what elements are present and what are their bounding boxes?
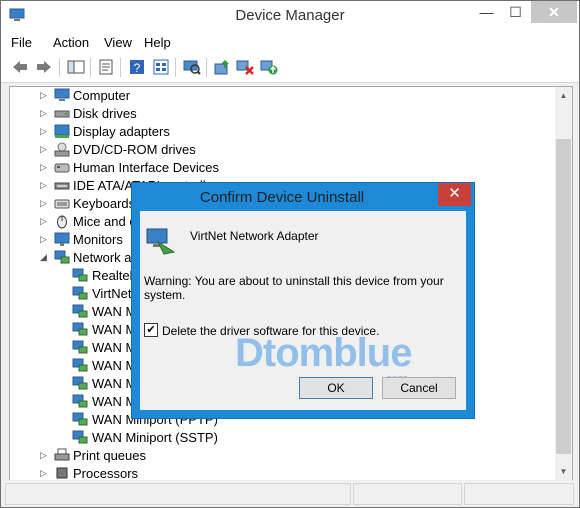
hid-icon [54, 163, 70, 173]
scan-hardware-icon[interactable] [183, 59, 201, 75]
expand-arrow-icon[interactable]: ▷ [40, 90, 50, 101]
network-adapter-icon [72, 340, 88, 354]
ok-button[interactable]: OK [299, 377, 373, 399]
expand-arrow-icon[interactable]: ▷ [40, 216, 50, 227]
tree-item-label: DVD/CD-ROM drives [73, 142, 196, 157]
title-bar: Device Manager — ☐ ✕ [1, 1, 579, 32]
tree-item-label: Keyboards [73, 196, 136, 211]
menu-view[interactable]: View [104, 35, 132, 50]
expand-arrow-icon[interactable]: ▷ [40, 468, 50, 479]
network-adapter-icon [72, 394, 88, 408]
network-adapter-icon [72, 412, 88, 426]
computer-icon [54, 88, 70, 101]
cancel-button[interactable]: Cancel [382, 377, 456, 399]
status-segment [464, 483, 574, 505]
properties-icon[interactable] [97, 59, 115, 75]
back-icon[interactable] [11, 59, 29, 75]
status-segment [5, 483, 351, 505]
tree-item-label: Display adapters [73, 124, 170, 139]
show-hide-console-tree-icon[interactable] [67, 59, 85, 75]
network-adapter-icon [72, 286, 88, 300]
keyboard-icon [54, 199, 70, 209]
network-adapter-icon [146, 228, 176, 255]
network-adapter-icon [54, 250, 70, 264]
toolbar-separator [175, 58, 176, 77]
expand-arrow-icon[interactable]: ▷ [40, 126, 50, 137]
ide-controller-icon [54, 182, 70, 190]
dvd-drive-icon [54, 142, 70, 157]
status-bar [1, 480, 579, 507]
mouse-icon [57, 215, 67, 229]
toolbar: ? [1, 53, 579, 83]
expand-arrow-icon[interactable]: ▷ [40, 144, 50, 155]
expand-arrow-icon[interactable]: ▷ [40, 450, 50, 461]
scroll-up-icon[interactable]: ▲ [555, 87, 572, 104]
expand-arrow-icon[interactable]: ▷ [40, 108, 50, 119]
tree-item-label: Print queues [73, 448, 146, 463]
update-driver-icon[interactable] [213, 59, 231, 75]
device-name: VirtNet Network Adapter [190, 229, 319, 243]
dialog-title: Confirm Device Uninstall [199, 189, 365, 206]
dialog-body: VirtNet Network Adapter Warning: You are… [140, 211, 466, 410]
printer-icon [54, 448, 70, 461]
network-adapter-icon [72, 322, 88, 336]
status-segment [353, 483, 462, 505]
tree-item-label: Monitors [73, 232, 123, 247]
tree-item-label: WAN Miniport (SSTP) [92, 430, 218, 445]
monitor-icon [54, 232, 70, 246]
tree-item-label: Processors [73, 466, 139, 481]
toolbar-separator [206, 58, 207, 77]
tree-item-label: Human Interface Devices [73, 160, 219, 175]
expand-arrow-icon[interactable]: ▷ [40, 234, 50, 245]
scroll-thumb[interactable] [556, 139, 571, 454]
menu-file[interactable]: File [11, 35, 32, 50]
toolbar-separator [59, 58, 60, 77]
uninstall-icon[interactable] [236, 59, 254, 75]
enable-device-icon[interactable] [260, 59, 278, 75]
expand-arrow-icon[interactable]: ▷ [40, 198, 50, 209]
menu-action[interactable]: Action [53, 35, 89, 50]
network-adapter-icon [72, 268, 88, 282]
confirm-uninstall-dialog: Confirm Device Uninstall ✕ VirtNet Netwo… [131, 182, 475, 419]
dialog-close-button[interactable]: ✕ [438, 183, 471, 206]
watermark-logo: Dtomblue.com [235, 331, 412, 386]
collapse-arrow-icon[interactable]: ◢ [40, 252, 50, 263]
forward-icon[interactable] [35, 59, 53, 75]
tree-item-label: Disk drives [73, 106, 137, 121]
expand-arrow-icon[interactable]: ▷ [40, 180, 50, 191]
network-adapter-icon [72, 376, 88, 390]
warning-text: Warning: You are about to uninstall this… [144, 274, 444, 302]
close-button[interactable]: ✕ [531, 1, 577, 23]
display-adapter-icon [54, 124, 70, 138]
minimize-button[interactable]: — [473, 1, 500, 23]
toolbar-separator [90, 58, 91, 77]
disk-drive-icon [54, 110, 70, 118]
delete-driver-checkbox[interactable]: ✔ [144, 323, 158, 337]
vertical-scrollbar[interactable]: ▲ ▼ [555, 86, 573, 481]
menu-bar: File Action View Help [1, 32, 579, 53]
network-adapter-icon [72, 430, 88, 444]
view-icon[interactable] [152, 59, 170, 75]
help-icon[interactable]: ? [128, 59, 146, 75]
menu-help[interactable]: Help [144, 35, 171, 50]
scroll-down-icon[interactable]: ▼ [555, 463, 572, 480]
tree-item-label: Computer [73, 88, 131, 103]
svg-text:?: ? [134, 61, 141, 75]
processor-icon [56, 467, 68, 479]
maximize-button[interactable]: ☐ [502, 1, 529, 23]
expand-arrow-icon[interactable]: ▷ [40, 162, 50, 173]
toolbar-separator [120, 58, 121, 77]
network-adapter-icon [72, 358, 88, 372]
network-adapter-icon [72, 304, 88, 318]
